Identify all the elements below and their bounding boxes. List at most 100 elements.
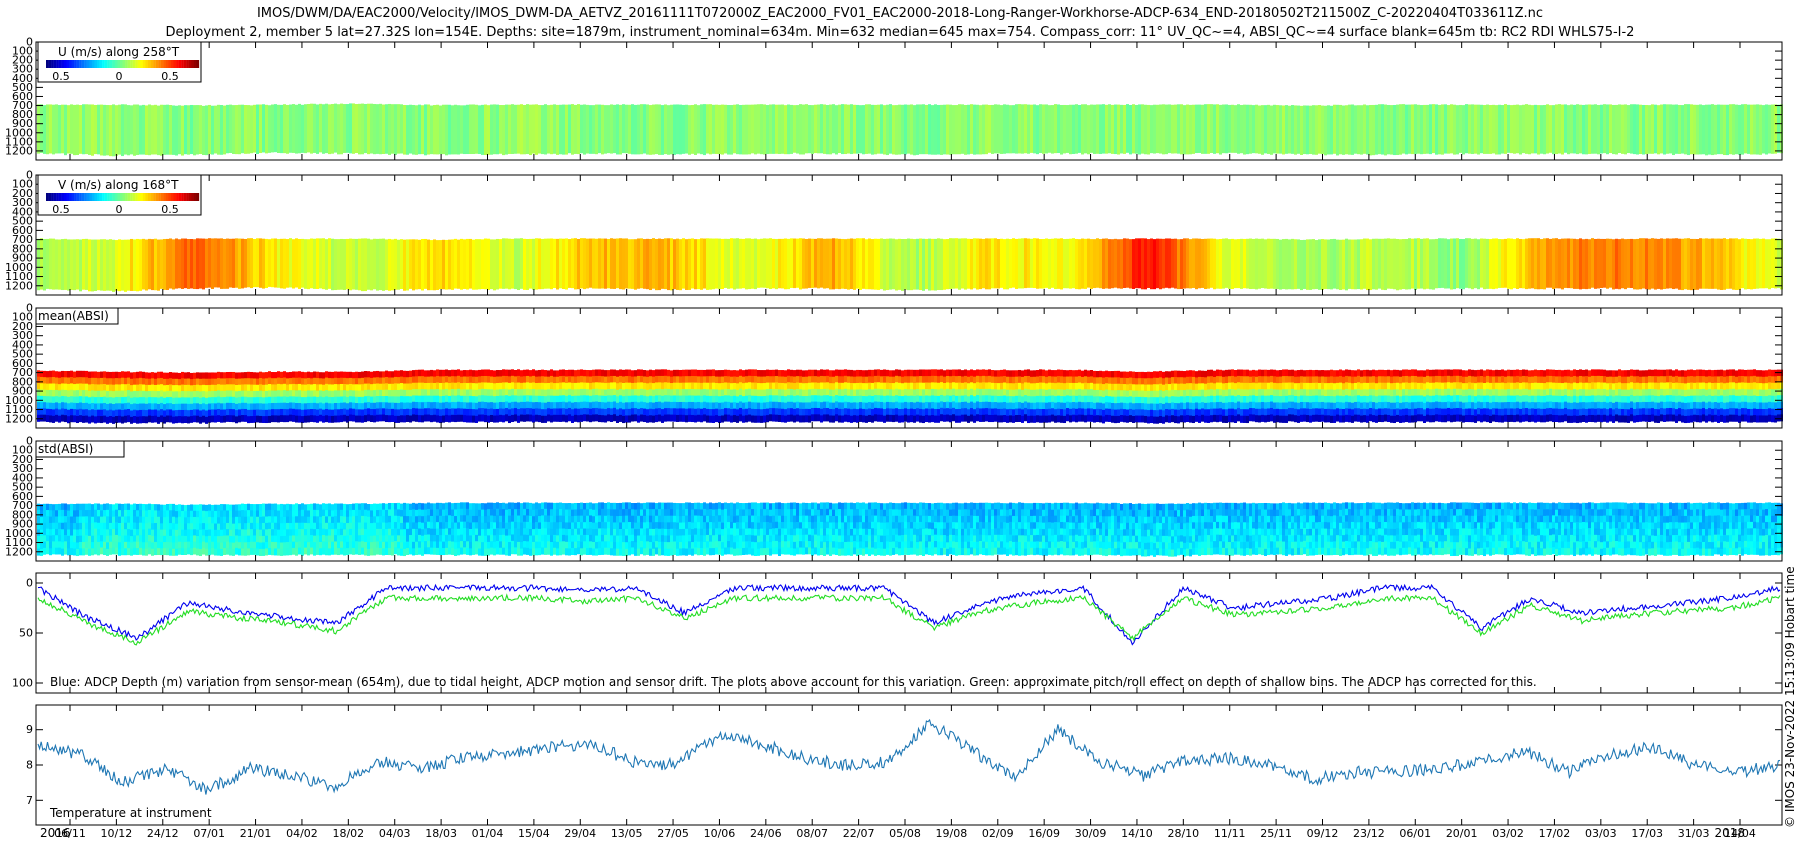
- mean-data-cell: [124, 377, 127, 385]
- mean-data-cell: [1162, 391, 1165, 399]
- mean-data-cell: [301, 403, 304, 411]
- mean-data-cell: [547, 401, 550, 409]
- mean-data-cell: [544, 409, 547, 417]
- mean-data-cell: [1255, 408, 1258, 416]
- mean-data-cell: [865, 370, 868, 378]
- mean-data-cell: [151, 403, 154, 411]
- mean-data-cell: [1108, 396, 1111, 404]
- mean-data-cell: [97, 384, 100, 392]
- mean-data-cell: [1015, 408, 1018, 416]
- u-colorbar-swatch: [176, 60, 179, 68]
- v-data-column: [652, 238, 655, 289]
- mean-data-cell: [421, 389, 424, 397]
- v-data-column: [1612, 239, 1615, 290]
- mean-data-cell: [52, 377, 55, 385]
- mean-data-cell: [847, 395, 850, 403]
- mean-data-cell: [394, 402, 397, 410]
- mean-data-cell: [775, 408, 778, 416]
- mean-data-cell: [694, 408, 697, 416]
- mean-data-cell: [1237, 395, 1240, 403]
- mean-data-cell: [139, 397, 142, 405]
- v-data-column: [790, 238, 793, 288]
- mean-data-cell: [898, 402, 901, 410]
- v-data-column: [967, 238, 970, 289]
- mean-data-cell: [145, 372, 148, 380]
- mean-data-cell: [1039, 395, 1042, 403]
- mean-data-cell: [310, 384, 313, 392]
- v-data-column: [1363, 238, 1366, 289]
- v-data-column: [394, 238, 397, 290]
- mean-data-cell: [442, 402, 445, 410]
- mean-data-cell: [1288, 407, 1291, 415]
- mean-data-cell: [1240, 369, 1243, 377]
- u-data-column: [1183, 105, 1186, 155]
- mean-data-cell: [271, 371, 274, 379]
- mean-data-cell: [1042, 382, 1045, 390]
- u-data-column: [1624, 104, 1627, 155]
- mean-data-cell: [556, 376, 559, 384]
- mean-data-cell: [424, 389, 427, 397]
- v-data-column: [1633, 239, 1636, 290]
- mean-data-cell: [1216, 389, 1219, 397]
- u-data-column: [1687, 104, 1690, 156]
- mean-data-cell: [823, 408, 826, 416]
- mean-data-cell: [514, 376, 517, 384]
- v-colorbar-swatch: [127, 193, 131, 201]
- mean-data-cell: [1192, 370, 1195, 378]
- mean-data-cell: [211, 378, 214, 386]
- mean-data-cell: [1072, 414, 1075, 422]
- u-data-column: [586, 104, 589, 154]
- mean-data-cell: [607, 414, 610, 422]
- mean-data-cell: [697, 414, 700, 422]
- mean-data-cell: [490, 414, 493, 422]
- mean-data-cell: [862, 370, 865, 378]
- mean-data-cell: [814, 414, 817, 422]
- mean-data-cell: [70, 415, 73, 423]
- u-data-column: [49, 104, 52, 154]
- u-data-column: [865, 104, 868, 154]
- mean-data-cell: [430, 369, 433, 377]
- mean-data-cell: [283, 408, 286, 416]
- mean-data-cell: [946, 369, 949, 377]
- mean-data-cell: [895, 408, 898, 416]
- mean-data-cell: [883, 415, 886, 423]
- mean-data-cell: [847, 389, 850, 397]
- u-data-column: [727, 105, 730, 155]
- u-data-column: [304, 104, 307, 154]
- v-data-column: [1276, 238, 1279, 290]
- u-data-column: [1741, 104, 1744, 155]
- mean-data-cell: [394, 376, 397, 384]
- mean-data-cell: [787, 369, 790, 377]
- mean-data-cell: [142, 403, 145, 411]
- mean-data-cell: [85, 402, 88, 410]
- mean-data-cell: [946, 375, 949, 384]
- mean-data-cell: [907, 408, 910, 417]
- u-data-column: [1672, 104, 1675, 156]
- mean-data-cell: [373, 409, 376, 417]
- mean-data-cell: [1258, 402, 1261, 410]
- mean-data-cell: [1066, 370, 1069, 378]
- mean-data-cell: [763, 415, 766, 423]
- mean-data-cell: [481, 401, 484, 409]
- mean-data-cell: [751, 369, 754, 377]
- mean-data-cell: [805, 376, 808, 384]
- mean-data-cell: [1231, 375, 1234, 384]
- mean-data-cell: [781, 370, 784, 378]
- mean-data-cell: [973, 396, 976, 404]
- mean-data-cell: [502, 402, 505, 410]
- u-data-column: [1507, 104, 1510, 153]
- mean-data-cell: [295, 390, 298, 398]
- u-data-column: [739, 105, 742, 155]
- v-data-column: [1426, 238, 1429, 289]
- mean-data-cell: [187, 416, 190, 424]
- mean-data-cell: [835, 375, 838, 383]
- mean-data-cell: [1231, 389, 1234, 397]
- mean-data-cell: [691, 408, 694, 416]
- mean-data-cell: [856, 389, 859, 397]
- mean-data-cell: [610, 414, 613, 422]
- mean-data-cell: [133, 372, 136, 380]
- mean-data-cell: [1003, 369, 1006, 377]
- mean-data-cell: [796, 388, 799, 396]
- u-data-column: [1678, 104, 1681, 154]
- u-data-column: [634, 104, 637, 155]
